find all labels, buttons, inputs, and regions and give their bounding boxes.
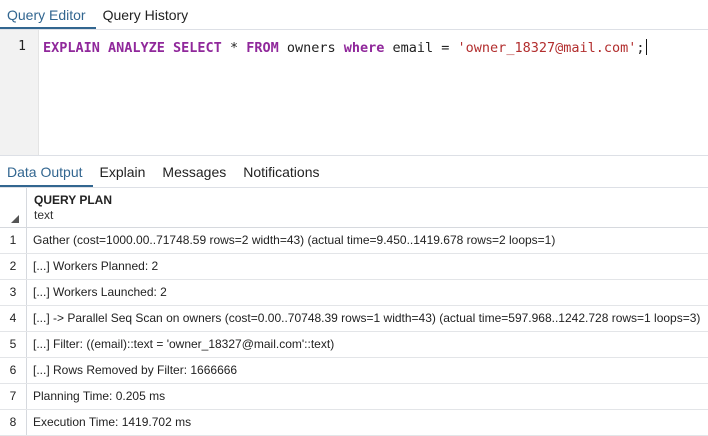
plan-cell[interactable]: Planning Time: 0.205 ms — [33, 384, 165, 409]
tab-data-output[interactable]: Data Output — [0, 156, 93, 187]
plan-cell[interactable]: [...] Workers Planned: 2 — [33, 254, 158, 279]
sql-text: ; — [636, 40, 645, 56]
plan-cell[interactable]: [...] -> Parallel Seq Scan on owners (co… — [33, 306, 700, 331]
sql-text: * — [221, 40, 247, 56]
grid-header: QUERY PLAN text — [0, 188, 708, 228]
plan-cell[interactable]: [...] Workers Launched: 2 — [33, 280, 167, 305]
sql-text: email = — [384, 40, 458, 56]
tab-explain[interactable]: Explain — [93, 156, 156, 187]
text-cursor — [645, 39, 647, 55]
sql-keyword: FROM — [246, 40, 279, 56]
sort-triangle-icon — [11, 215, 19, 223]
table-row[interactable]: 5 [...] Filter: ((email)::text = 'owner_… — [0, 332, 708, 358]
result-grid: QUERY PLAN text 1 Gather (cost=1000.00..… — [0, 188, 708, 436]
tab-messages[interactable]: Messages — [155, 156, 236, 187]
sql-editor[interactable]: 1 EXPLAIN ANALYZE SELECT * FROM owners w… — [0, 30, 708, 156]
editor-tabbar: Query Editor Query History — [0, 0, 708, 30]
row-number[interactable]: 7 — [0, 384, 27, 409]
tab-query-history[interactable]: Query History — [96, 0, 199, 29]
column-header-query-plan[interactable]: QUERY PLAN text — [34, 193, 112, 222]
sql-code-line[interactable]: EXPLAIN ANALYZE SELECT * FROM owners whe… — [43, 39, 647, 56]
column-type: text — [34, 208, 54, 222]
sql-keyword: where — [343, 40, 385, 56]
row-number[interactable]: 8 — [0, 410, 27, 435]
plan-cell[interactable]: [...] Filter: ((email)::text = 'owner_18… — [33, 332, 334, 357]
table-row[interactable]: 8 Execution Time: 1419.702 ms — [0, 410, 708, 436]
sql-string: 'owner_18327@mail.com' — [457, 40, 637, 56]
table-row[interactable]: 7 Planning Time: 0.205 ms — [0, 384, 708, 410]
column-name: QUERY PLAN — [34, 193, 113, 207]
table-row[interactable]: 6 [...] Rows Removed by Filter: 1666666 — [0, 358, 708, 384]
grid-corner[interactable] — [0, 188, 27, 227]
output-tabbar: Data Output Explain Messages Notificatio… — [0, 156, 708, 188]
line-number: 1 — [18, 39, 26, 54]
row-number[interactable]: 5 — [0, 332, 27, 357]
sql-keyword: EXPLAIN ANALYZE SELECT — [43, 40, 222, 56]
row-number[interactable]: 1 — [0, 228, 27, 253]
plan-cell[interactable]: Gather (cost=1000.00..71748.59 rows=2 wi… — [33, 228, 555, 253]
row-number[interactable]: 2 — [0, 254, 27, 279]
table-row[interactable]: 1 Gather (cost=1000.00..71748.59 rows=2 … — [0, 228, 708, 254]
row-number[interactable]: 3 — [0, 280, 27, 305]
plan-cell[interactable]: Execution Time: 1419.702 ms — [33, 410, 191, 435]
table-row[interactable]: 2 [...] Workers Planned: 2 — [0, 254, 708, 280]
tab-query-editor[interactable]: Query Editor — [0, 0, 96, 29]
row-number[interactable]: 6 — [0, 358, 27, 383]
tab-notifications[interactable]: Notifications — [236, 156, 329, 187]
plan-cell[interactable]: [...] Rows Removed by Filter: 1666666 — [33, 358, 237, 383]
table-row[interactable]: 3 [...] Workers Launched: 2 — [0, 280, 708, 306]
row-number[interactable]: 4 — [0, 306, 27, 331]
table-row[interactable]: 4 [...] -> Parallel Seq Scan on owners (… — [0, 306, 708, 332]
sql-text: owners — [278, 40, 344, 56]
